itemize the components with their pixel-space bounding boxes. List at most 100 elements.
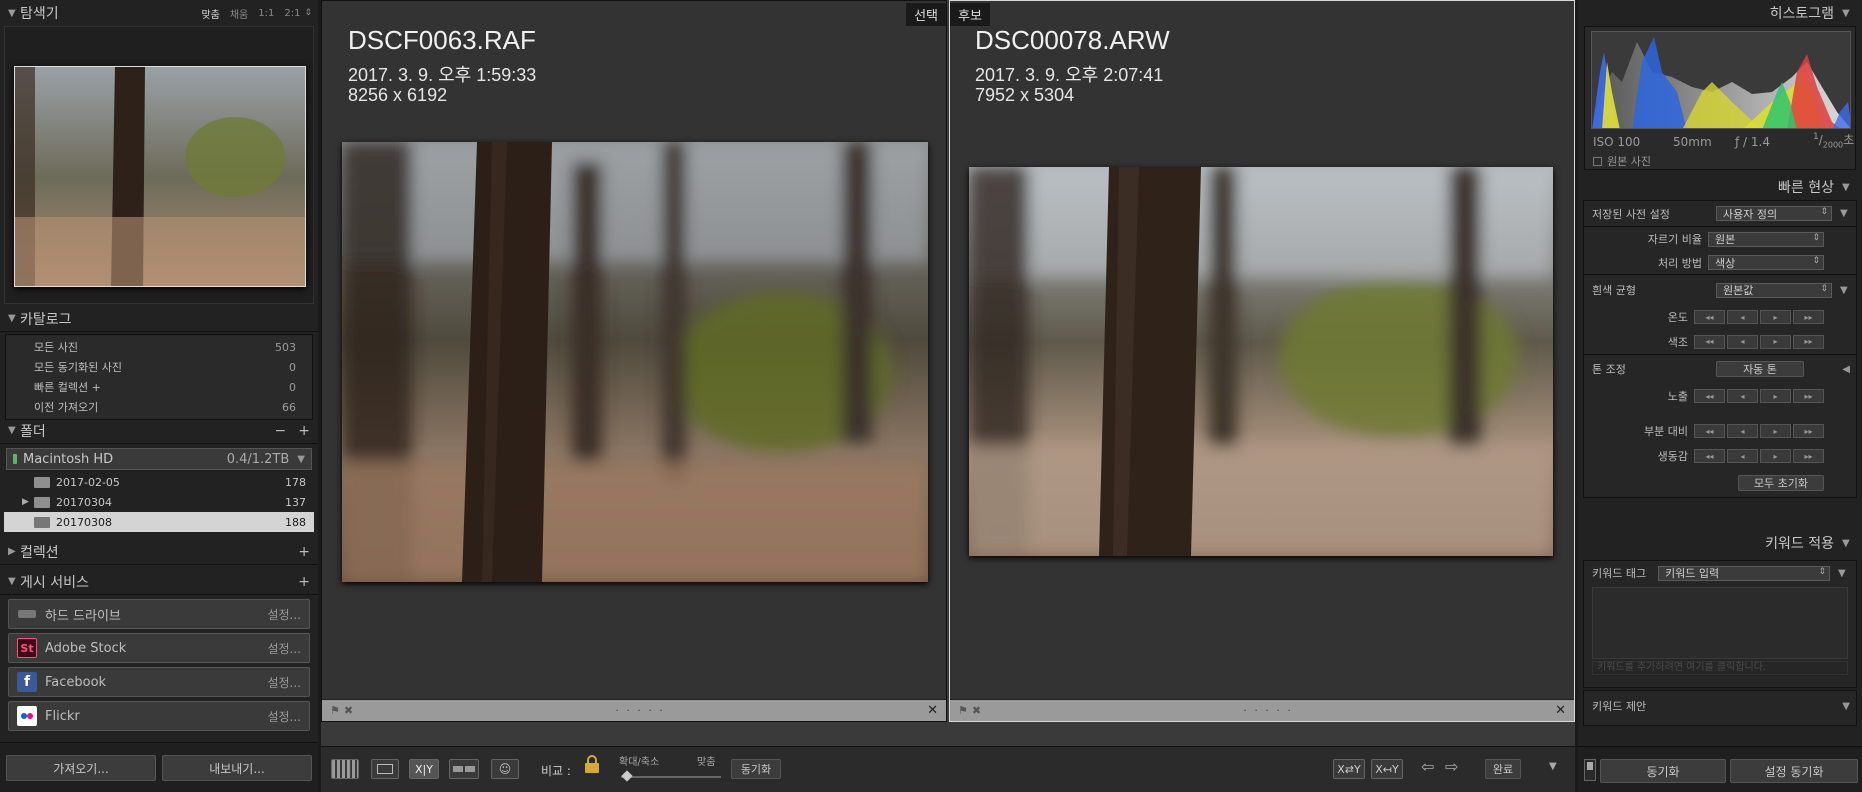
add-service-icon[interactable]: + — [298, 574, 310, 590]
next-arrow-icon[interactable]: ⇨ — [1445, 757, 1458, 776]
increase-button[interactable]: ▸ — [1760, 310, 1791, 324]
tone-expand-icon[interactable]: ◀ — [1842, 364, 1850, 375]
decrease-button[interactable]: ◂ — [1727, 310, 1758, 324]
catalog-item[interactable]: 모든 동기화된 사진 0 — [6, 357, 312, 377]
remove-folder-icon[interactable]: − — [275, 423, 287, 439]
service-setup-link[interactable]: 설정... — [267, 674, 301, 691]
catalog-item[interactable]: 모든 사진 503 — [6, 337, 312, 357]
swap-icon[interactable]: X⇄Y — [1333, 759, 1365, 779]
suggestions-expand-icon[interactable]: ▼ — [1842, 701, 1850, 712]
zoom-menu-icon[interactable]: ⇕ — [304, 8, 312, 18]
previous-arrow-icon[interactable]: ⇦ — [1421, 757, 1434, 776]
decrease-button[interactable]: ◂ — [1727, 389, 1758, 403]
decrease-button[interactable]: ◂ — [1727, 449, 1758, 463]
saved-preset-row[interactable]: 저장된 사전 설정 사용자 정의 ▼ — [1584, 201, 1856, 227]
publish-service-adobe-stock[interactable]: St Adobe Stock 설정... — [8, 633, 310, 663]
publish-header[interactable]: ▼ 게시 서비스 + — [0, 569, 318, 595]
select-filmstrip-bar[interactable]: ⚑ ✖ · · · · · ✕ — [322, 699, 946, 721]
catalog-item[interactable]: 빠른 컬렉션 + 0 — [6, 377, 312, 397]
flag-icon[interactable]: ⚑ — [958, 704, 968, 717]
reject-icon[interactable]: ✖ — [972, 704, 981, 717]
saved-preset-select[interactable]: 사용자 정의 — [1716, 206, 1832, 221]
large-increase-button[interactable]: ▸▸ — [1793, 424, 1824, 438]
clarity-row[interactable]: 부분 대비 ◂◂ ◂ ▸ ▸▸ — [1584, 419, 1856, 443]
publish-service-hard-drive[interactable]: 하드 드라이브 설정... — [8, 599, 310, 629]
volume-row[interactable]: Macintosh HD 0.4/1.2TB ▼ — [6, 448, 312, 470]
increase-button[interactable]: ▸ — [1760, 424, 1791, 438]
keyword-expand-icon[interactable]: ▼ — [1838, 568, 1846, 579]
temperature-steppers[interactable]: ◂◂ ◂ ▸ ▸▸ — [1694, 310, 1824, 324]
large-increase-button[interactable]: ▸▸ — [1793, 389, 1824, 403]
preset-expand-icon[interactable]: ▼ — [1840, 208, 1848, 219]
treatment-select[interactable]: 색상 — [1708, 255, 1824, 270]
increase-button[interactable]: ▸ — [1760, 449, 1791, 463]
large-decrease-button[interactable]: ◂◂ — [1694, 334, 1725, 349]
folder-row-selected[interactable]: 20170308 188 — [4, 512, 314, 532]
large-increase-button[interactable]: ▸▸ — [1793, 334, 1824, 349]
keywording-header[interactable]: 키워드 적용 ▼ — [1578, 530, 1862, 556]
zoom-fit[interactable]: 맞춤 — [201, 6, 219, 21]
tint-steppers[interactable]: ◂◂ ◂ ▸ ▸▸ — [1694, 334, 1824, 349]
decrease-button[interactable]: ◂ — [1727, 334, 1758, 349]
reset-all-button[interactable]: 모두 초기화 — [1738, 475, 1824, 491]
candidate-filmstrip-bar[interactable]: ⚑ ✖ · · · · · ✕ — [950, 699, 1574, 721]
flag-icon[interactable]: ⚑ — [330, 704, 340, 717]
zoom-fill[interactable]: 채움 — [230, 6, 248, 21]
tint-row[interactable]: 색조 ◂◂ ◂ ▸ ▸▸ — [1584, 329, 1856, 355]
auto-sync-switch[interactable] — [1584, 759, 1596, 781]
keyword-tags-select[interactable]: 키워드 입력 — [1658, 565, 1830, 581]
sync-toolbar-button[interactable]: 동기화 — [731, 759, 781, 779]
add-folder-icon[interactable]: + — [298, 423, 310, 439]
loupe-view-icon[interactable] — [371, 759, 399, 779]
add-collection-icon[interactable]: + — [298, 544, 310, 560]
rating-dots[interactable]: · · · · · — [1243, 704, 1292, 717]
navigator-thumbnail[interactable] — [14, 66, 306, 287]
keyword-tags-row[interactable]: 키워드 태그 키워드 입력 ▼ — [1584, 561, 1856, 585]
service-setup-link[interactable]: 설정... — [267, 640, 301, 657]
close-icon[interactable]: ✕ — [927, 703, 938, 718]
publish-service-flickr[interactable]: Flickr 설정... — [8, 701, 310, 731]
keyword-suggestions-row[interactable]: 키워드 제안 ▼ — [1584, 691, 1856, 721]
zoom-slider[interactable] — [621, 770, 721, 782]
service-setup-link[interactable]: 설정... — [267, 708, 301, 725]
publish-service-facebook[interactable]: f Facebook 설정... — [8, 667, 310, 697]
original-photo-checkbox[interactable] — [1593, 156, 1602, 166]
import-button[interactable]: 가져오기... — [6, 755, 156, 781]
wb-expand-icon[interactable]: ▼ — [1840, 285, 1848, 296]
candidate-pane[interactable]: 후보 DSC00078.ARW 2017. 3. 9. 오후 2:07:41 7… — [949, 0, 1575, 722]
clarity-steppers[interactable]: ◂◂ ◂ ▸ ▸▸ — [1694, 424, 1824, 438]
toolbar-menu-icon[interactable]: ▼ — [1549, 761, 1557, 772]
quick-develop-header[interactable]: 빠른 현상 ▼ — [1578, 174, 1862, 200]
crop-ratio-select[interactable]: 원본 — [1708, 231, 1824, 247]
select-pane[interactable]: 선택 DSCF0063.RAF 2017. 3. 9. 오후 1:59:33 8… — [321, 0, 947, 722]
decrease-button[interactable]: ◂ — [1727, 424, 1758, 438]
candidate-photo[interactable] — [969, 167, 1553, 556]
increase-button[interactable]: ▸ — [1760, 334, 1791, 349]
reject-icon[interactable]: ✖ — [344, 704, 353, 717]
large-decrease-button[interactable]: ◂◂ — [1694, 310, 1725, 324]
grid-view-icon[interactable] — [331, 759, 359, 779]
sync-settings-button[interactable]: 설정 동기화 — [1730, 759, 1858, 783]
temperature-row[interactable]: 온도 ◂◂ ◂ ▸ ▸▸ — [1584, 305, 1856, 329]
auto-tone-button[interactable]: 자동 톤 — [1716, 361, 1804, 377]
zoom-slider-thumb[interactable] — [621, 770, 633, 782]
large-decrease-button[interactable]: ◂◂ — [1694, 389, 1725, 403]
compare-view-icon[interactable]: X|Y — [409, 759, 439, 779]
vibrance-row[interactable]: 생동감 ◂◂ ◂ ▸ ▸▸ — [1584, 443, 1856, 469]
lock-icon[interactable] — [585, 755, 599, 777]
catalog-item[interactable]: 이전 가져오기 66 — [6, 397, 312, 417]
zoom-1-1[interactable]: 1:1 — [258, 8, 274, 19]
volume-menu-icon[interactable]: ▼ — [297, 454, 305, 465]
white-balance-select[interactable]: 원본값 — [1716, 282, 1832, 298]
catalog-header[interactable]: ▼ 카탈로그 — [0, 306, 318, 332]
crop-ratio-row[interactable]: 자르기 비율 원본 — [1584, 227, 1856, 251]
folders-header[interactable]: ▼ 폴더 − + — [0, 418, 318, 444]
tone-control-row[interactable]: 톤 조정 자동 톤 ◀ — [1584, 355, 1856, 383]
service-setup-link[interactable]: 설정... — [267, 606, 301, 623]
histogram-panel[interactable]: ISO 100 50mm ƒ / 1.4 1/2000초 원본 사진 — [1584, 26, 1856, 170]
people-view-icon[interactable]: ☺ — [491, 759, 519, 779]
done-button[interactable]: 완료 — [1485, 759, 1521, 779]
close-icon[interactable]: ✕ — [1555, 703, 1566, 718]
keyword-input-area[interactable] — [1592, 587, 1848, 659]
keyword-hint[interactable]: 키워드를 추가하려면 여기를 클릭합니다. — [1592, 661, 1848, 675]
